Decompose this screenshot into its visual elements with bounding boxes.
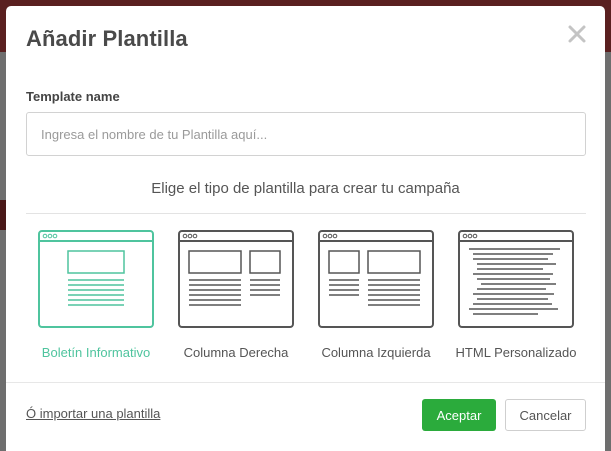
right-column-layout-icon <box>178 230 294 328</box>
section-divider <box>26 213 586 214</box>
template-option-label: Boletín Informativo <box>41 345 151 360</box>
template-option-label: Columna Izquierda <box>321 345 431 360</box>
custom-html-layout-icon <box>458 230 574 328</box>
template-type-list: Boletín Informativo Columna Derecha Colu… <box>26 228 586 368</box>
template-option-label: Columna Derecha <box>183 345 289 360</box>
left-column-layout-icon <box>318 230 434 328</box>
template-option-left-column[interactable]: Columna Izquierda <box>306 228 446 368</box>
dialog-footer: Ó importar una plantilla Aceptar Cancela… <box>6 382 605 451</box>
template-option-newsletter[interactable]: Boletín Informativo <box>26 228 166 368</box>
newsletter-layout-icon <box>38 230 154 328</box>
template-name-input[interactable] <box>26 112 586 156</box>
template-option-right-column[interactable]: Columna Derecha <box>166 228 306 368</box>
template-name-label: Template name <box>26 89 120 104</box>
import-template-link[interactable]: Ó importar una plantilla <box>26 406 160 421</box>
dialog-title: Añadir Plantilla <box>26 26 188 51</box>
cancel-button[interactable]: Cancelar <box>505 399 586 431</box>
dialog-header: Añadir Plantilla <box>6 6 605 72</box>
close-icon <box>568 25 586 43</box>
template-option-custom-html[interactable]: HTML Personalizado <box>446 228 586 368</box>
add-template-dialog: Añadir Plantilla Template name Elige el … <box>6 6 605 451</box>
template-option-label: HTML Personalizado <box>455 345 577 360</box>
close-button[interactable] <box>567 24 587 44</box>
accept-button[interactable]: Aceptar <box>422 399 496 431</box>
template-type-heading: Elige el tipo de plantilla para crear tu… <box>151 180 460 197</box>
